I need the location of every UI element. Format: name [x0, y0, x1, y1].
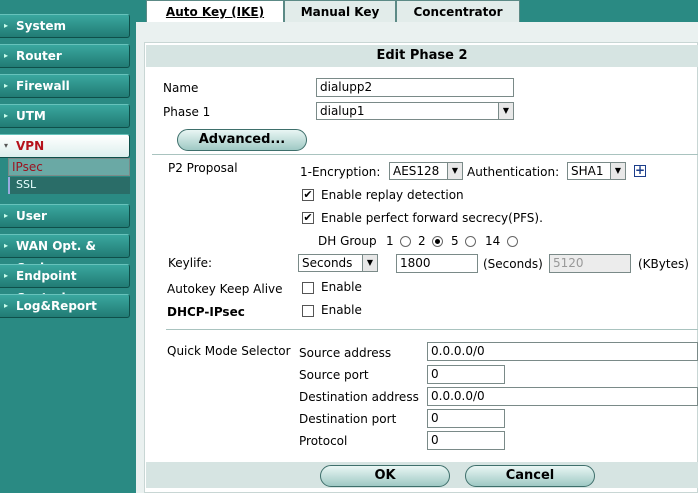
- dh-radio-1[interactable]: [400, 236, 411, 247]
- dh-option-label: 1: [386, 234, 394, 248]
- chevron-down-icon: ▼: [610, 163, 625, 179]
- nav-sub-ssl[interactable]: SSL: [8, 177, 130, 194]
- advanced-button[interactable]: Advanced...: [177, 129, 307, 151]
- pfs-checkbox[interactable]: ✔: [302, 212, 314, 224]
- dh-option-label: 5: [451, 234, 459, 248]
- nav-log-report[interactable]: ▸ Log&Report: [0, 294, 130, 318]
- source-address-label: Source address: [299, 346, 392, 360]
- nav-endpoint-control[interactable]: ▸Endpoint Control: [0, 264, 130, 305]
- nav-label: Firewall: [16, 79, 70, 93]
- source-address-input[interactable]: 0.0.0.0/0: [427, 342, 698, 361]
- dh-radio-14[interactable]: [507, 236, 518, 247]
- dh-option-label: 2: [418, 234, 426, 248]
- protocol-input[interactable]: 0: [427, 431, 505, 450]
- divider: [152, 154, 698, 155]
- keylife-seconds-input[interactable]: 1800: [396, 254, 478, 273]
- nav-wan-opt[interactable]: ▸WAN Opt. & Cache: [0, 234, 130, 275]
- sidebar: ▸ System ▸ Router ▸ Firewall ▸ UTM ▾ VPN IPse…: [0, 0, 136, 493]
- encryption-value: AES128: [393, 164, 440, 178]
- authentication-label: Authentication:: [467, 165, 560, 179]
- chevron-down-icon: ▼: [447, 163, 462, 179]
- dh-group-label: DH Group: [318, 234, 377, 248]
- keylife-type-select[interactable]: Seconds ▼: [298, 254, 378, 272]
- dhcp-checkbox[interactable]: [302, 305, 314, 317]
- dhcp-ipsec-label: DHCP-IPsec: [167, 305, 245, 319]
- phase1-select[interactable]: dialup1 ▼: [316, 102, 514, 120]
- dest-port-label: Destination port: [299, 412, 397, 426]
- chevron-down-icon: ▼: [498, 103, 513, 119]
- phase1-label: Phase 1: [163, 105, 211, 119]
- encryption-select[interactable]: AES128 ▼: [389, 162, 463, 180]
- keylife-label: Keylife:: [168, 256, 213, 270]
- cancel-button[interactable]: Cancel: [465, 465, 595, 487]
- dh-radio-2[interactable]: [432, 236, 443, 247]
- nav-label: User: [16, 209, 47, 223]
- triangle-right-icon: ▸: [4, 301, 9, 310]
- tab-bar: Auto Key (IKE) Manual Key Concentrator: [136, 0, 698, 22]
- triangle-right-icon: ▸: [4, 241, 9, 250]
- phase1-value: dialup1: [320, 104, 365, 118]
- kbytes-unit-label: (KBytes): [638, 257, 689, 271]
- nav-label: System: [16, 19, 66, 33]
- authentication-value: SHA1: [571, 164, 604, 178]
- nav-label: VPN: [16, 139, 45, 153]
- triangle-right-icon: ▸: [4, 211, 9, 220]
- authentication-select[interactable]: SHA1 ▼: [567, 162, 626, 180]
- source-port-label: Source port: [299, 368, 369, 382]
- dhcp-enable-label: Enable: [321, 303, 362, 317]
- autokey-checkbox[interactable]: [302, 282, 314, 294]
- qms-label: Quick Mode Selector: [167, 344, 291, 358]
- p2-proposal-label: P2 Proposal: [168, 161, 238, 175]
- nav-system[interactable]: ▸ System: [0, 14, 130, 38]
- replay-label: Enable replay detection: [321, 188, 464, 202]
- replay-checkbox[interactable]: ✔: [302, 189, 314, 201]
- nav-label: Log&Report: [16, 299, 97, 313]
- nav-utm[interactable]: ▸ UTM: [0, 104, 130, 128]
- dh-option-label: 14: [485, 234, 501, 248]
- page-title: Edit Phase 2: [146, 45, 698, 67]
- divider: [166, 329, 698, 330]
- keylife-type-value: Seconds: [302, 256, 353, 270]
- tab-label: Auto Key (IKE): [165, 5, 265, 19]
- nav-firewall[interactable]: ▸ Firewall: [0, 74, 130, 98]
- tab-label: Manual Key: [300, 5, 380, 19]
- nav-router[interactable]: ▸ Router: [0, 44, 130, 68]
- plus-icon[interactable]: +: [634, 164, 646, 177]
- source-port-input[interactable]: 0: [427, 365, 505, 384]
- encryption-label: 1-Encryption:: [300, 165, 381, 179]
- keylife-kbytes-input[interactable]: 5120: [549, 254, 631, 273]
- nav-user[interactable]: ▸ User: [0, 204, 130, 228]
- pfs-label: Enable perfect forward secrecy(PFS).: [321, 211, 543, 225]
- nav-vpn[interactable]: ▾ VPN: [0, 134, 130, 158]
- triangle-right-icon: ▸: [4, 21, 9, 30]
- triangle-right-icon: ▸: [4, 81, 9, 90]
- protocol-label: Protocol: [299, 434, 348, 448]
- dest-port-input[interactable]: 0: [427, 409, 505, 428]
- name-label: Name: [163, 81, 199, 95]
- nav-sub-label: SSL: [16, 178, 37, 191]
- dest-address-label: Destination address: [299, 390, 419, 404]
- nav-label: UTM: [16, 109, 46, 123]
- tab-label: Concentrator: [413, 5, 503, 19]
- dh-radio-5[interactable]: [465, 236, 476, 247]
- triangle-right-icon: ▸: [4, 51, 9, 60]
- tab-manual-key[interactable]: Manual Key: [284, 0, 396, 22]
- chevron-down-icon: ▼: [362, 255, 377, 271]
- name-input[interactable]: dialupp2: [316, 78, 514, 97]
- ok-button[interactable]: OK: [320, 465, 450, 487]
- autokey-enable-label: Enable: [321, 280, 362, 294]
- tab-auto-key[interactable]: Auto Key (IKE): [146, 0, 284, 22]
- dest-address-input[interactable]: 0.0.0.0/0: [427, 387, 698, 406]
- tab-concentrator[interactable]: Concentrator: [396, 0, 520, 22]
- triangle-right-icon: ▸: [4, 271, 9, 280]
- nav-label: Router: [16, 49, 62, 63]
- seconds-unit-label: (Seconds): [483, 257, 543, 271]
- autokey-label: Autokey Keep Alive: [167, 282, 283, 296]
- nav-sub-ipsec[interactable]: IPsec: [8, 158, 130, 176]
- triangle-right-icon: ▸: [4, 111, 9, 120]
- triangle-down-icon: ▾: [4, 141, 9, 150]
- nav-sub-label: IPsec: [12, 160, 43, 174]
